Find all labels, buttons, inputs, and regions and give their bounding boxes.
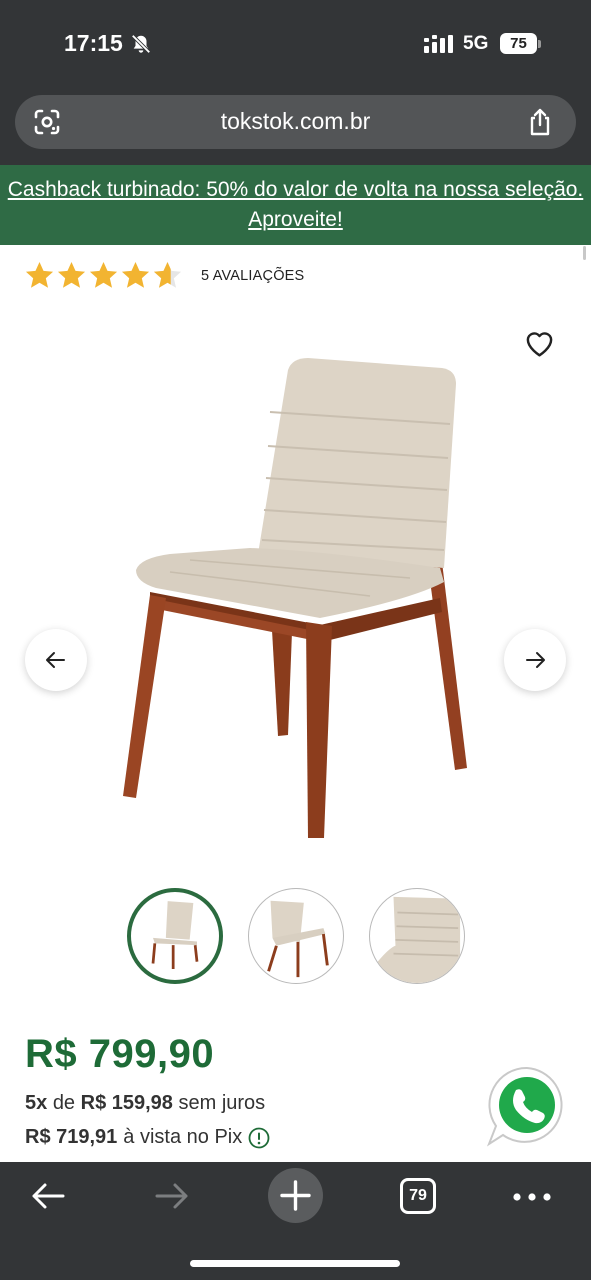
pix-price-line: R$ 719,91 à vista no Pix bbox=[25, 1126, 270, 1149]
thumbnail-image bbox=[151, 901, 199, 969]
product-price: R$ 799,90 bbox=[25, 1032, 215, 1076]
more-icon[interactable] bbox=[512, 1192, 552, 1202]
battery-icon: 75 bbox=[500, 33, 542, 55]
product-image bbox=[123, 358, 467, 838]
info-icon[interactable] bbox=[248, 1127, 270, 1149]
image-thumbnails bbox=[127, 888, 467, 986]
home-indicator bbox=[190, 1260, 400, 1267]
thumbnail-image bbox=[377, 896, 461, 983]
star-icon bbox=[121, 261, 150, 288]
rating-stars bbox=[24, 260, 184, 291]
battery-level: 75 bbox=[500, 33, 537, 54]
arrow-right-icon bbox=[526, 652, 545, 668]
installment-count: 5x bbox=[25, 1092, 48, 1114]
bell-off-icon bbox=[131, 34, 151, 54]
tabs-button[interactable]: 79 bbox=[400, 1178, 436, 1214]
thumbnail-2[interactable] bbox=[248, 888, 344, 984]
star-half-icon bbox=[153, 261, 182, 288]
browser-top-chrome: 17:15 5G 75 tokstok.com.br bbox=[0, 0, 591, 165]
share-icon[interactable] bbox=[526, 107, 554, 137]
installment-value: R$ 159,98 bbox=[80, 1092, 173, 1114]
prev-image-button[interactable] bbox=[25, 629, 87, 691]
thumbnail-3[interactable] bbox=[369, 888, 465, 984]
url-text[interactable]: tokstok.com.br bbox=[15, 108, 576, 135]
thumbnail-1[interactable] bbox=[127, 888, 223, 984]
browser-bottom-toolbar: 79 bbox=[0, 1162, 591, 1280]
address-bar[interactable]: tokstok.com.br bbox=[15, 95, 576, 149]
network-type: 5G bbox=[463, 33, 489, 54]
battery-tip bbox=[538, 40, 541, 48]
back-button[interactable] bbox=[30, 1178, 66, 1214]
product-rating[interactable]: 5 AVALIAÇÕES bbox=[24, 260, 304, 291]
status-time: 17:15 bbox=[64, 30, 123, 56]
thumbnail-image bbox=[267, 900, 329, 978]
signal-icon bbox=[424, 35, 453, 53]
pix-price: R$ 719,91 bbox=[25, 1126, 118, 1148]
pix-suffix: à vista no Pix bbox=[123, 1126, 243, 1148]
installments-line: 5x de R$ 159,98 sem juros bbox=[25, 1092, 265, 1115]
installment-de: de bbox=[52, 1092, 76, 1114]
page: 17:15 5G 75 tokstok.com.br Cashback turb… bbox=[0, 0, 591, 1280]
forward-button[interactable] bbox=[154, 1178, 190, 1214]
back-icon bbox=[32, 1183, 65, 1209]
rating-count[interactable]: 5 AVALIAÇÕES bbox=[201, 268, 304, 284]
heart-icon[interactable] bbox=[524, 328, 555, 358]
star-icon bbox=[57, 261, 86, 288]
scrollbar[interactable] bbox=[583, 246, 586, 260]
promo-link[interactable]: Cashback turbinado: 50% do valor de volt… bbox=[4, 175, 587, 235]
arrow-left-icon bbox=[46, 652, 65, 668]
promo-banner[interactable]: Cashback turbinado: 50% do valor de volt… bbox=[0, 165, 591, 245]
star-icon bbox=[25, 261, 54, 288]
star-icon bbox=[89, 261, 118, 288]
whatsapp-icon[interactable] bbox=[486, 1064, 568, 1148]
plus-icon bbox=[280, 1180, 311, 1211]
installment-suffix: sem juros bbox=[178, 1092, 266, 1114]
new-tab-button[interactable] bbox=[268, 1168, 323, 1223]
next-image-button[interactable] bbox=[504, 629, 566, 691]
forward-icon bbox=[155, 1183, 188, 1209]
